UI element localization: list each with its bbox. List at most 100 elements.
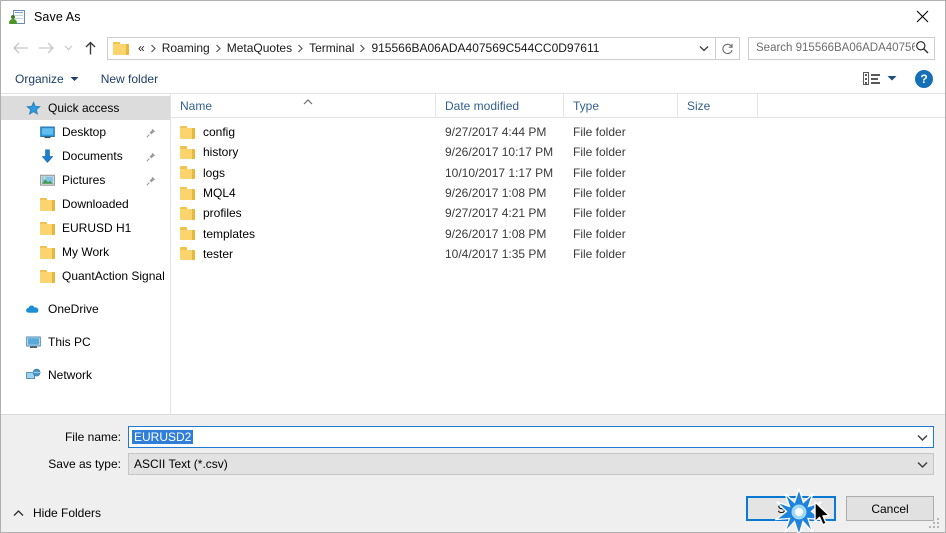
- folder-icon: [39, 220, 55, 236]
- breadcrumb-terminal-id[interactable]: 915566BA06ADA407569C544CC0D97611: [368, 41, 602, 55]
- network-icon: [25, 367, 41, 383]
- search-icon[interactable]: [915, 40, 929, 57]
- arrow-up-icon: [85, 41, 95, 54]
- file-name-cell: templates: [171, 227, 436, 241]
- breadcrumb-terminal[interactable]: Terminal: [306, 41, 357, 55]
- sidebar-item-downloaded[interactable]: Downloaded: [1, 192, 170, 216]
- sidebar-divider: [1, 321, 170, 330]
- chevron-down-icon: [64, 45, 72, 51]
- file-date: 10/10/2017 1:17 PM: [445, 165, 554, 180]
- title-bar: Save As: [1, 1, 945, 32]
- save-as-type-select[interactable]: ASCII Text (*.csv): [128, 453, 934, 475]
- file-name: templates: [203, 226, 256, 241]
- save-button[interactable]: Save: [746, 496, 836, 521]
- sidebar-label: This PC: [48, 335, 91, 349]
- save-label: Save: [777, 501, 805, 516]
- folder-icon: [180, 145, 195, 159]
- sidebar-item-pictures[interactable]: Pictures: [1, 168, 170, 192]
- chevron-down-icon[interactable]: [917, 461, 928, 468]
- this-pc-icon: [25, 334, 41, 350]
- recent-locations-button[interactable]: [59, 35, 77, 61]
- sidebar-item-quantaction-signal[interactable]: QuantAction Signal: [1, 264, 170, 288]
- address-dropdown-icon[interactable]: [693, 38, 715, 59]
- column-header-size[interactable]: Size: [678, 94, 758, 117]
- chevron-down-icon[interactable]: [917, 434, 928, 441]
- chevron-right-icon: [357, 44, 368, 53]
- sidebar-item-onedrive[interactable]: OneDrive: [1, 297, 170, 321]
- file-name-label: File name:: [64, 430, 121, 444]
- address-bar[interactable]: « Roaming MetaQuotes Terminal 915566BA06…: [107, 36, 716, 60]
- search-placeholder: Search 915566BA06ADA40756...: [756, 42, 915, 54]
- pin-icon[interactable]: [146, 175, 156, 186]
- arrow-right-icon: [38, 42, 54, 54]
- table-row[interactable]: profiles 9/27/2017 4:21 PM File folder: [171, 203, 945, 223]
- refresh-icon[interactable]: [716, 36, 740, 60]
- sidebar-label: EURUSD H1: [62, 221, 132, 235]
- table-row[interactable]: tester 10/4/2017 1:35 PM File folder: [171, 244, 945, 264]
- file-name-input[interactable]: EURUSD2: [128, 426, 934, 448]
- table-row[interactable]: templates 9/26/2017 1:08 PM File folder: [171, 223, 945, 243]
- desktop-icon: [39, 124, 55, 140]
- list-view-icon[interactable]: [863, 72, 880, 85]
- folder-icon: [39, 268, 55, 284]
- file-type: File folder: [573, 206, 626, 221]
- sidebar-item-this-pc[interactable]: This PC: [1, 330, 170, 354]
- sidebar-item-documents[interactable]: Documents: [1, 144, 170, 168]
- navigation-bar: « Roaming MetaQuotes Terminal 915566BA06…: [1, 32, 945, 64]
- pin-icon[interactable]: [146, 151, 156, 162]
- table-row[interactable]: history 9/26/2017 10:17 PM File folder: [171, 142, 945, 162]
- file-name: profiles: [203, 206, 242, 221]
- save-as-type-label: Save as type:: [48, 457, 121, 471]
- resize-grip-icon[interactable]: [928, 516, 941, 529]
- column-headers: Name Date modified Type Size: [171, 94, 945, 118]
- save-as-icon: [9, 9, 26, 25]
- sidebar-item-eurusd-h1[interactable]: EURUSD H1: [1, 216, 170, 240]
- sidebar-label: Pictures: [62, 173, 106, 187]
- column-header-type[interactable]: Type: [564, 94, 678, 117]
- folder-icon: [180, 206, 195, 220]
- file-date: 10/4/2017 1:35 PM: [445, 246, 547, 261]
- folder-icon: [113, 41, 129, 55]
- breadcrumb-metaquotes[interactable]: MetaQuotes: [224, 41, 295, 55]
- file-name: MQL4: [203, 186, 236, 201]
- sidebar-label: Documents: [62, 149, 123, 163]
- close-icon[interactable]: [899, 1, 945, 32]
- dialog-buttons: Save Cancel: [746, 496, 934, 521]
- column-header-name[interactable]: Name: [171, 94, 436, 117]
- new-folder-button[interactable]: New folder: [101, 72, 158, 86]
- file-name-cell: config: [171, 125, 436, 139]
- file-type: File folder: [573, 186, 626, 201]
- table-row[interactable]: MQL4 9/26/2017 1:08 PM File folder: [171, 183, 945, 203]
- toolbar-right-group: ?: [863, 69, 933, 88]
- chevron-right-icon: [213, 44, 224, 53]
- column-header-date-modified[interactable]: Date modified: [436, 94, 564, 117]
- up-button[interactable]: [77, 35, 103, 61]
- file-list-pane: Name Date modified Type Size config 9/27…: [171, 94, 945, 414]
- help-icon[interactable]: ?: [915, 69, 933, 88]
- pin-icon[interactable]: [146, 127, 156, 138]
- file-name: config: [203, 125, 236, 140]
- organize-button[interactable]: Organize: [15, 72, 79, 86]
- view-options-chevron-down-icon[interactable]: [887, 75, 897, 82]
- sidebar-item-quick-access[interactable]: Quick access: [1, 96, 170, 120]
- cancel-button[interactable]: Cancel: [846, 496, 934, 521]
- forward-button[interactable]: [33, 35, 59, 61]
- onedrive-cloud-icon: [25, 301, 41, 317]
- sidebar-label: Quick access: [48, 101, 120, 115]
- sidebar-item-network[interactable]: Network: [1, 363, 170, 387]
- dialog-footer: File name: EURUSD2 Save as type: ASCII T…: [1, 414, 945, 532]
- column-label: Date modified: [445, 98, 520, 113]
- file-name: history: [203, 145, 239, 160]
- table-row[interactable]: logs 10/10/2017 1:17 PM File folder: [171, 163, 945, 183]
- back-button[interactable]: [7, 35, 33, 61]
- file-type: File folder: [573, 165, 626, 180]
- sidebar-item-desktop[interactable]: Desktop: [1, 120, 170, 144]
- sidebar-item-my-work[interactable]: My Work: [1, 240, 170, 264]
- hide-folders-button[interactable]: Hide Folders: [13, 506, 101, 520]
- table-row[interactable]: config 9/27/2017 4:44 PM File folder: [171, 122, 945, 142]
- breadcrumb-roaming[interactable]: Roaming: [159, 41, 213, 55]
- star-pin-icon: [25, 100, 41, 116]
- breadcrumb-separator-0[interactable]: «: [135, 41, 148, 55]
- search-input[interactable]: Search 915566BA06ADA40756...: [748, 36, 935, 60]
- folder-icon: [180, 166, 195, 180]
